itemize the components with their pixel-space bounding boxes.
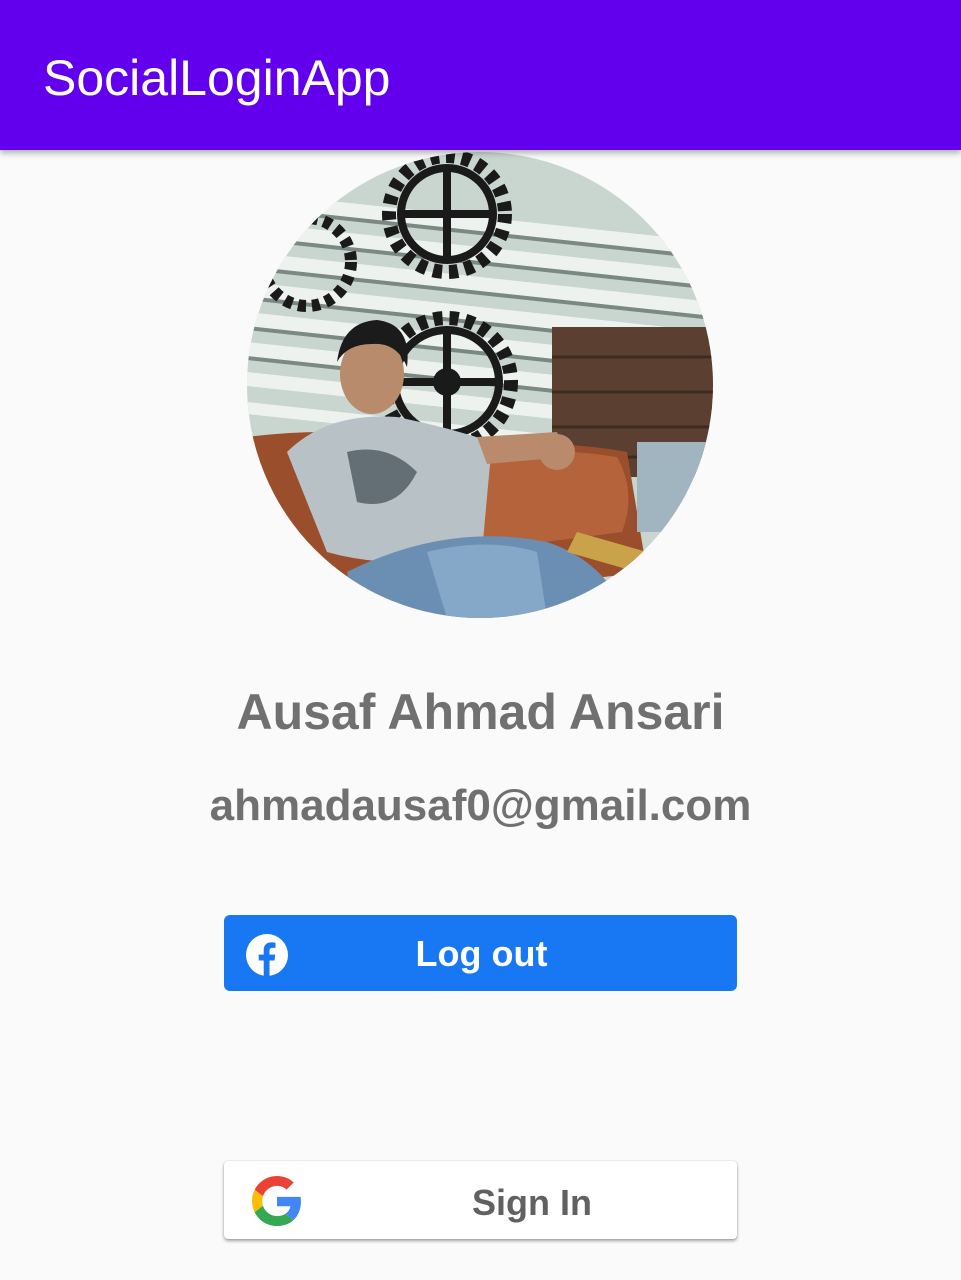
logout-label: Log out: [415, 933, 548, 974]
sign-in-label: Sign In: [472, 1182, 592, 1223]
app-bar: SocialLoginApp: [0, 0, 961, 150]
app-title: SocialLoginApp: [43, 50, 391, 106]
facebook-icon: [245, 933, 289, 977]
user-name: Ausaf Ahmad Ansari: [236, 684, 725, 740]
google-icon: [252, 1176, 302, 1226]
profile-photo: [247, 152, 713, 618]
user-email: ahmadausaf0@gmail.com: [209, 781, 752, 830]
